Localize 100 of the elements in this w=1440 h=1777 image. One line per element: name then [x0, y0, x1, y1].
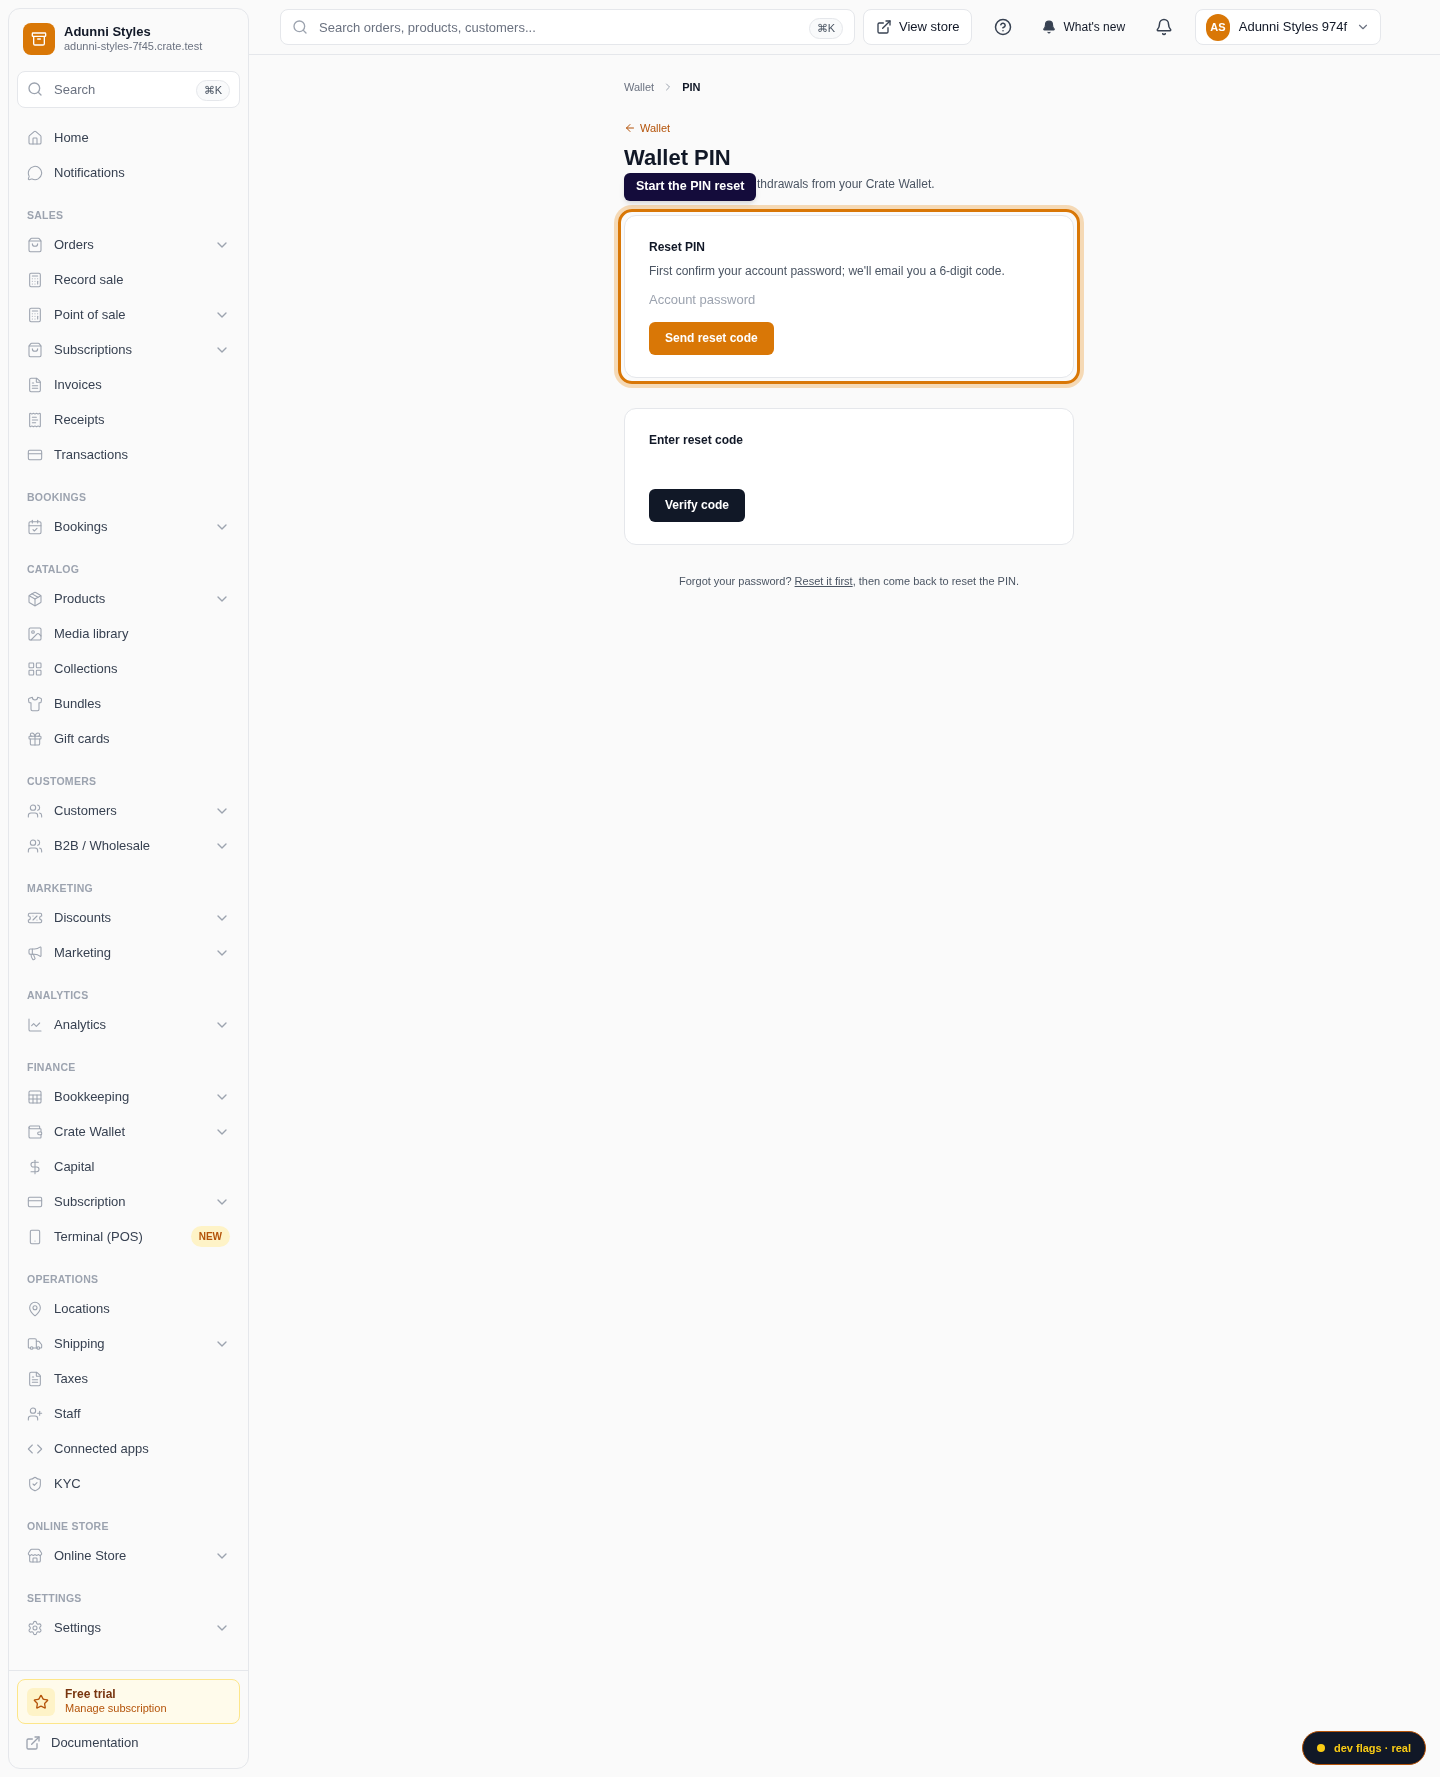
- sidebar-item[interactable]: Discounts: [17, 900, 240, 935]
- search-icon: [292, 19, 308, 35]
- section-heading: CATALOG: [26, 561, 81, 577]
- settings-icon: [27, 1619, 43, 1636]
- back-link[interactable]: Wallet: [624, 119, 671, 136]
- dollar-icon: [27, 1158, 43, 1175]
- sidebar-item[interactable]: Taxes: [17, 1361, 240, 1396]
- reset-password-link[interactable]: Reset it first: [794, 574, 853, 587]
- store-icon: [27, 1547, 43, 1564]
- page-title: Wallet PIN: [624, 143, 732, 172]
- section-heading: ONLINE STORE: [26, 1518, 110, 1534]
- megaphone-icon: [27, 944, 43, 961]
- sidebar-item[interactable]: Invoices: [17, 367, 240, 402]
- calculator-icon: [27, 306, 43, 323]
- sidebar-item[interactable]: Media library: [17, 616, 240, 651]
- verify-button[interactable]: Verify code: [649, 488, 746, 522]
- sidebar-item[interactable]: Home: [17, 120, 240, 155]
- bell-icon: [1042, 20, 1057, 34]
- sidebar-item[interactable]: Analytics: [17, 1007, 240, 1042]
- view-store-button[interactable]: View store: [863, 9, 973, 45]
- sidebar-item[interactable]: Receipts: [17, 402, 240, 437]
- chart-icon: [27, 1016, 43, 1033]
- chat-bubble-icon: [27, 164, 43, 181]
- sidebar-item[interactable]: Settings: [17, 1610, 240, 1645]
- users-icon: [27, 802, 43, 819]
- bag-icon: [27, 341, 43, 358]
- phone-icon: [27, 1228, 43, 1245]
- trial-card[interactable]: Free trial Manage subscription: [17, 1679, 240, 1724]
- grid-icon: [27, 660, 43, 677]
- sidebar-item[interactable]: Online Store: [17, 1538, 240, 1573]
- sidebar-item[interactable]: Bookings: [17, 509, 240, 544]
- receipt-icon: [27, 411, 43, 428]
- store-domain: adunni-styles-7f45.crate.test: [64, 40, 203, 54]
- section-heading: CUSTOMERS: [26, 773, 98, 789]
- sidebar-item[interactable]: B2B / Wholesale: [17, 828, 240, 863]
- documentation-link[interactable]: Documentation: [17, 1724, 240, 1762]
- section-heading: SALES: [26, 207, 65, 223]
- section-heading: FINANCE: [26, 1059, 77, 1075]
- image-icon: [27, 625, 43, 642]
- section-heading: ANALYTICS: [26, 987, 90, 1003]
- sidebar-item[interactable]: Point of sale: [17, 297, 240, 332]
- section-heading: BOOKINGS: [26, 489, 88, 505]
- back-arrow-icon: [624, 121, 636, 134]
- new-badge: NEW: [190, 1226, 230, 1247]
- sidebar-item[interactable]: Bookkeeping: [17, 1079, 240, 1114]
- account-menu[interactable]: AS Adunni Styles 974f: [1195, 9, 1382, 45]
- truck-icon: [27, 1335, 43, 1352]
- sidebar-item[interactable]: Staff: [17, 1396, 240, 1431]
- sidebar-item[interactable]: Locations: [17, 1291, 240, 1326]
- pin-icon: [27, 1300, 43, 1317]
- section-heading: OPERATIONS: [26, 1271, 100, 1287]
- dev-flags-badge[interactable]: dev flags · real: [1301, 1731, 1426, 1765]
- section-heading: MARKETING: [26, 880, 94, 896]
- shield-icon: [27, 1475, 43, 1492]
- sidebar-item[interactable]: Capital: [17, 1149, 240, 1184]
- document-icon: [27, 376, 43, 393]
- whats-new-button[interactable]: What's new: [1034, 9, 1134, 45]
- card-title: Reset PIN: [649, 238, 707, 256]
- sidebar-item[interactable]: Orders: [17, 227, 240, 262]
- sidebar-item[interactable]: KYC: [17, 1466, 240, 1501]
- sidebar-item[interactable]: Connected apps: [17, 1431, 240, 1466]
- section-heading: SETTINGS: [26, 1590, 83, 1606]
- help-icon[interactable]: [994, 18, 1013, 36]
- home-icon: [27, 129, 43, 146]
- user-plus-icon: [27, 1405, 43, 1422]
- manage-subscription-link[interactable]: Manage subscription: [65, 1702, 167, 1716]
- page-subtitle: thdrawals from your Crate Wallet.: [757, 175, 935, 193]
- store-name: Adunni Styles: [64, 24, 152, 41]
- tooltip: Start the PIN reset: [624, 172, 757, 201]
- avatar: AS: [1206, 13, 1230, 41]
- password-field[interactable]: Account password: [649, 287, 1049, 312]
- sidebar-item[interactable]: Notifications: [17, 155, 240, 190]
- sidebar-item[interactable]: Collections: [17, 651, 240, 686]
- box-icon: [27, 590, 43, 607]
- sidebar-item[interactable]: Gift cards: [17, 721, 240, 756]
- calculator-icon: [27, 271, 43, 288]
- sidebar-item[interactable]: Terminal (POS) NEW: [17, 1219, 240, 1254]
- footer-note: Forgot your password? Reset it first, then come back to reset the PIN.: [678, 573, 1020, 589]
- sidebar-item[interactable]: Marketing: [17, 935, 240, 970]
- sidebar-item[interactable]: Record sale: [17, 262, 240, 297]
- users-icon: [27, 837, 43, 854]
- sidebar-item[interactable]: Products: [17, 581, 240, 616]
- sidebar-item[interactable]: Subscription: [17, 1184, 240, 1219]
- notifications-icon[interactable]: [1155, 18, 1174, 36]
- bag-icon: [27, 236, 43, 253]
- sidebar-item[interactable]: Crate Wallet: [17, 1114, 240, 1149]
- card-description: First confirm your account password; we'll email you a 6-digit code.: [649, 262, 1006, 280]
- sidebar-item[interactable]: Transactions: [17, 437, 240, 472]
- sidebar-item[interactable]: Customers: [17, 793, 240, 828]
- external-link-icon: [876, 19, 892, 35]
- sidebar-item[interactable]: Subscriptions: [17, 332, 240, 367]
- wallet-icon: [27, 1123, 43, 1140]
- trial-title: Free trial: [65, 1687, 117, 1703]
- breadcrumb-item[interactable]: PIN: [682, 79, 701, 96]
- breadcrumb-item[interactable]: Wallet: [624, 79, 655, 96]
- calendar-icon: [27, 518, 43, 535]
- sidebar-item[interactable]: Bundles: [17, 686, 240, 721]
- sidebar-item[interactable]: Shipping: [17, 1326, 240, 1361]
- store-logo: [23, 23, 55, 55]
- document-icon: [27, 1370, 43, 1387]
